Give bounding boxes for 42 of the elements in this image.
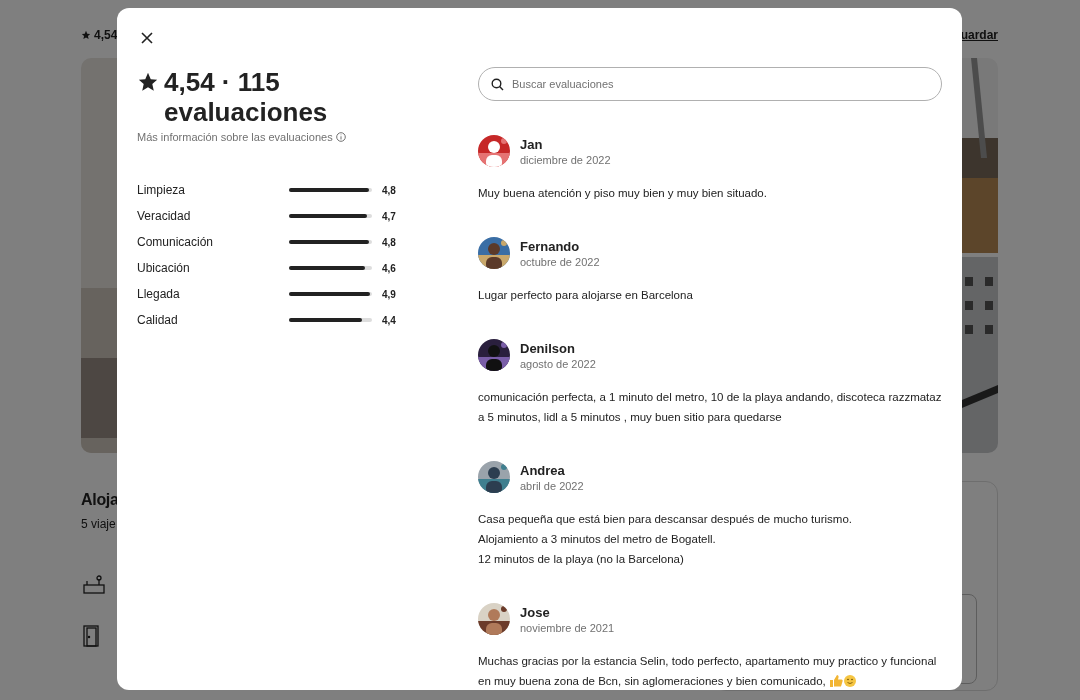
review-text: Lugar perfecto para alojarse en Barcelona bbox=[478, 288, 694, 303]
review-text: comunicación perfecta, a 1 minuto del metro, 10 de la playa andando, discoteca razzmataz a 5 minutos, lidl a 5 minutos , muy buen sitio para quedarse bbox=[478, 390, 942, 425]
category-label: Comunicación bbox=[137, 235, 215, 249]
reviewer-name: Andrea bbox=[520, 462, 566, 478]
close-icon bbox=[141, 32, 153, 44]
reviewer-name: Fernando bbox=[520, 238, 581, 254]
category-score: 4,7 bbox=[382, 210, 396, 222]
review-date: abril de 2022 bbox=[520, 479, 584, 492]
review-date: noviembre de 2021 bbox=[520, 621, 615, 634]
review-text: Casa pequeña que está bien para descansar después de mucho turismo. Alojamiento a 3 minutos del metro de Bogatell. 12 minutos de la playa (no la Barcelona) bbox=[478, 512, 853, 567]
search-field[interactable]: Buscar evaluaciones bbox=[512, 69, 929, 99]
category-score: 4,8 bbox=[382, 184, 396, 196]
door-icon bbox=[83, 625, 99, 647]
reviewer-name: Denilson bbox=[520, 340, 576, 356]
section-title: Aloja bbox=[81, 491, 117, 509]
category-label: Ubicación bbox=[137, 261, 191, 275]
review-date: diciembre de 2022 bbox=[520, 153, 611, 166]
info-icon bbox=[335, 132, 346, 142]
category-score: 4,9 bbox=[382, 288, 396, 300]
thumbs-up-and-smiley-icon bbox=[828, 674, 857, 688]
search-icon bbox=[491, 77, 504, 91]
desk-icon bbox=[83, 575, 105, 595]
reviewer-name: Jan bbox=[520, 136, 544, 152]
rating-heading: 4,54 · 115 evaluaciones bbox=[164, 67, 329, 127]
star-icon bbox=[81, 30, 91, 40]
review-text: Muchas gracias por la estancia Selin, todo perfecto, apartamento muy practico y funcional en muy buena zona de Bcn, sin aglomeraciones y bien comunicado, bbox=[478, 654, 938, 690]
category-label: Limpieza bbox=[137, 183, 187, 197]
save-link[interactable]: uardar bbox=[960, 28, 998, 42]
section-subtitle: 5 viaje bbox=[81, 517, 117, 531]
category-score: 4,8 bbox=[382, 236, 396, 248]
rating-value: 4,54 bbox=[94, 28, 118, 42]
category-score: 4,6 bbox=[382, 262, 396, 274]
category-label: Veracidad bbox=[137, 209, 192, 223]
category-label: Llegada bbox=[137, 287, 181, 301]
category-score: 4,4 bbox=[382, 314, 396, 326]
reviewer-name: Jose bbox=[520, 604, 551, 620]
review-text: Muy buena atención y piso muy bien y muy bien situado. bbox=[478, 186, 768, 201]
star-icon bbox=[137, 71, 159, 93]
category-label: Calidad bbox=[137, 313, 179, 327]
review-date: octubre de 2022 bbox=[520, 255, 600, 268]
info-link[interactable]: Más información sobre las evaluaciones bbox=[137, 131, 437, 143]
review-date: agosto de 2022 bbox=[520, 357, 596, 370]
